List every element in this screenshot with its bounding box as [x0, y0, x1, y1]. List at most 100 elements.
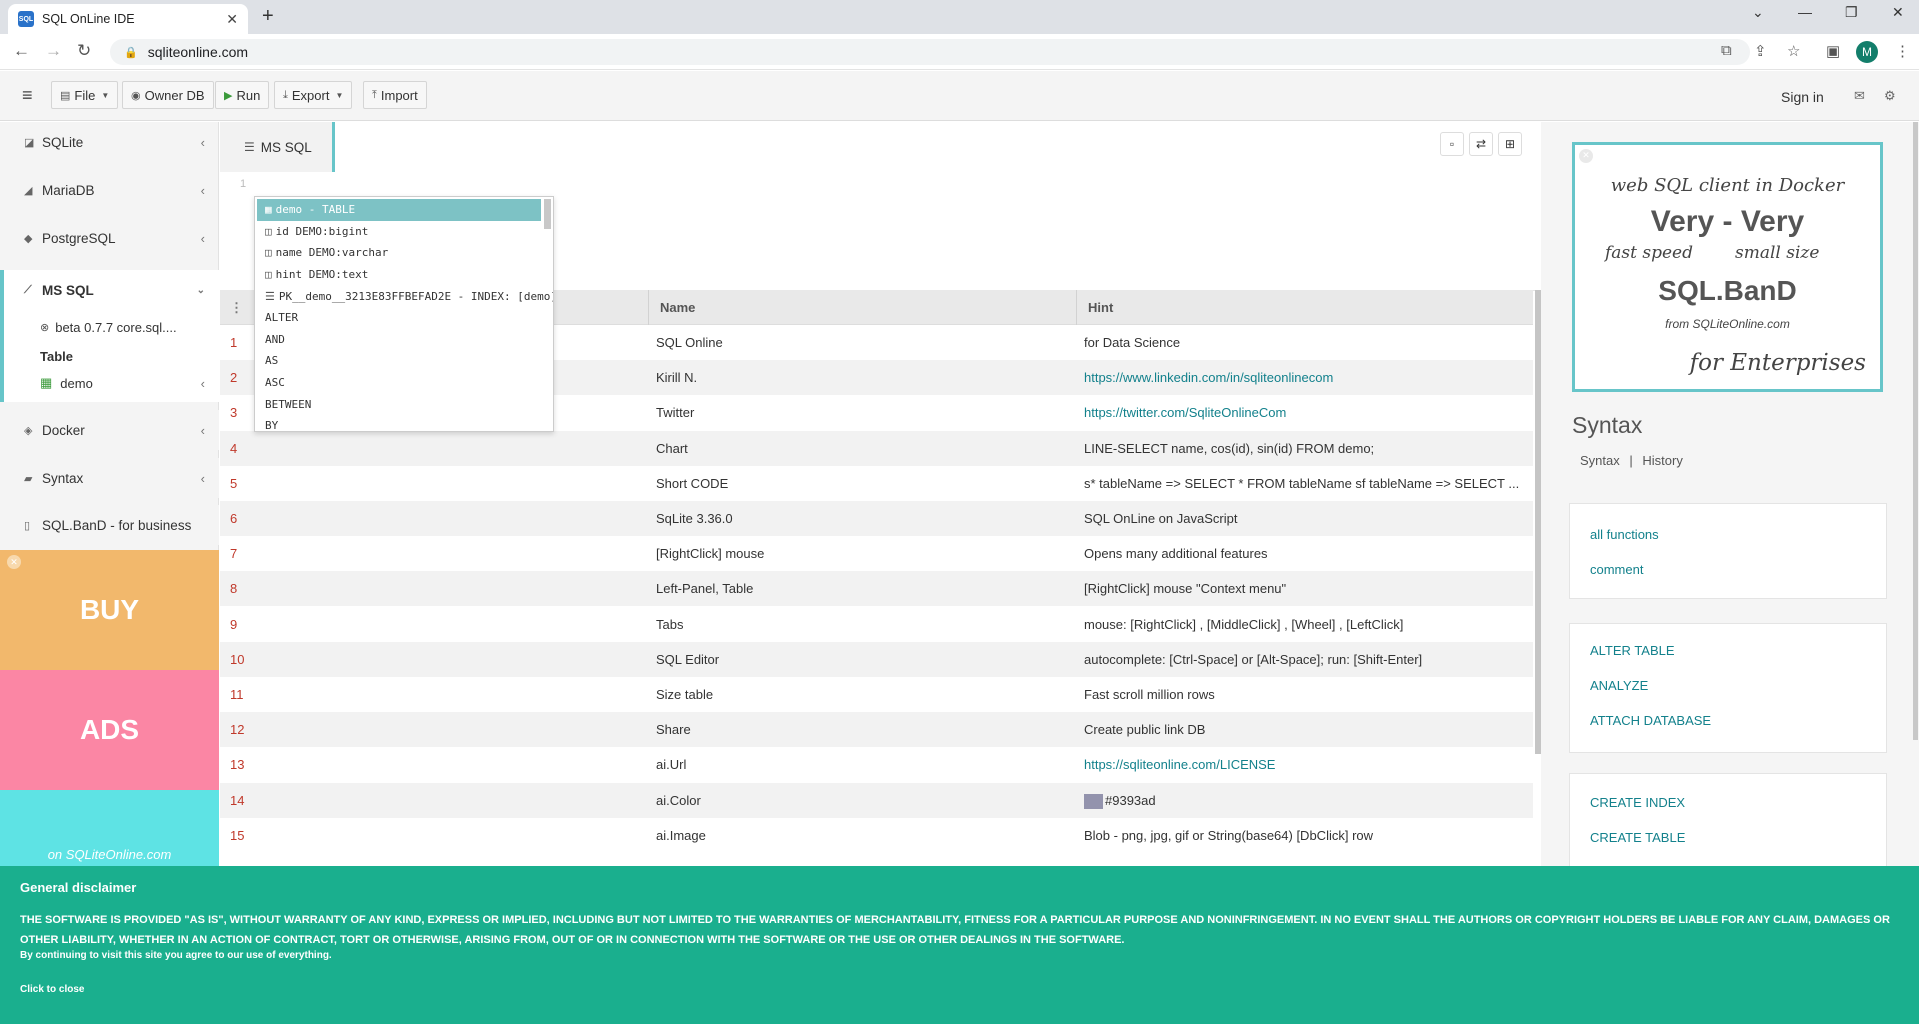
file-menu-button[interactable]: ▤ File ▼	[51, 81, 119, 109]
autocomplete-dropdown[interactable]: ▦ demo - TABLE ◫ id DEMO:bigint ◫ name DEMO…	[254, 196, 554, 432]
table-row[interactable]: 13 ai.Url https://sqliteonline.com/LICENSE	[220, 747, 1533, 783]
table-row[interactable]: 7 [RightClick] mouse Opens many additional…	[220, 536, 1533, 572]
tab-mssql[interactable]: ☰ MS SQL	[220, 122, 335, 172]
mail-icon[interactable]: ✉	[1854, 88, 1865, 104]
close-connection-icon[interactable]: ⊗	[40, 321, 49, 334]
cell-name[interactable]: [RightClick] mouse	[656, 546, 764, 561]
cell-name[interactable]: Left-Panel, Table	[656, 581, 753, 596]
save-icon[interactable]: ▫	[1440, 132, 1464, 156]
table-row[interactable]: 9 Tabs mouse: [RightClick] , [MiddleClick]…	[220, 606, 1533, 642]
table-item-demo[interactable]: ▦ demo ‹	[40, 375, 219, 391]
autocomplete-item[interactable]: ASC	[255, 372, 553, 394]
right-panel-scrollbar[interactable]	[1913, 122, 1918, 740]
grid-menu-icon[interactable]: ⋮	[230, 300, 243, 316]
cell-name[interactable]: ai.Image	[656, 828, 706, 843]
sidebar-item-mssql[interactable]: ⟋ MS SQL ⌄	[0, 270, 219, 310]
link-analyze[interactable]: ANALYZE	[1590, 678, 1648, 693]
table-row[interactable]: 6 SqLite 3.36.0 SQL OnLine on JavaScript	[220, 501, 1533, 536]
minimize-icon[interactable]: —	[1798, 4, 1812, 20]
tab-search-icon[interactable]: ⌄	[1752, 4, 1764, 21]
cell-name[interactable]: Share	[656, 722, 691, 737]
table-row[interactable]: 10 SQL Editor autocomplete: [Ctrl-Space] o…	[220, 641, 1533, 677]
promo-close-icon[interactable]: ✕	[7, 555, 21, 569]
cell-name[interactable]: Chart	[656, 441, 688, 456]
link-create-table[interactable]: CREATE TABLE	[1590, 830, 1685, 845]
column-header-hint[interactable]: Hint	[1088, 300, 1113, 315]
link-alter-table[interactable]: ALTER TABLE	[1590, 643, 1675, 658]
close-tab-icon[interactable]: ✕	[226, 11, 238, 28]
sidebar-item-mariadb[interactable]: ◢ MariaDB ‹	[0, 170, 219, 210]
import-button[interactable]: ⤒ Import	[363, 81, 427, 109]
hamburger-menu-icon[interactable]: ≡	[22, 85, 33, 106]
link-attach-database[interactable]: ATTACH DATABASE	[1590, 713, 1711, 728]
ad-close-icon[interactable]: ✕	[1579, 149, 1593, 163]
column-divider[interactable]	[648, 290, 649, 325]
table-row[interactable]: 4 Chart LINE-SELECT name, cos(id), sin(id)…	[220, 430, 1533, 466]
tab-history[interactable]: History	[1642, 453, 1682, 468]
column-header-name[interactable]: Name	[660, 300, 695, 315]
back-icon[interactable]: ←	[13, 41, 30, 61]
cell-name[interactable]: Twitter	[656, 405, 694, 420]
link-comment[interactable]: comment	[1590, 562, 1643, 577]
cell-name[interactable]: Short CODE	[656, 476, 728, 491]
export-menu-button[interactable]: ⤓ Export ▼	[274, 81, 353, 109]
tab-syntax[interactable]: Syntax	[1580, 453, 1620, 468]
disclaimer-banner[interactable]: General disclaimer THE SOFTWARE IS PROVI…	[0, 866, 1919, 1024]
table-row[interactable]: 15 ai.Image Blob - png, jpg, gif or String…	[220, 817, 1533, 853]
refresh-icon[interactable]: ⇄	[1469, 132, 1493, 156]
address-bar[interactable]: 🔒 sqliteonline.com	[110, 39, 1750, 65]
ads-promo[interactable]: ADS	[0, 670, 219, 790]
cell-name[interactable]: SQL Editor	[656, 652, 719, 667]
sign-in-link[interactable]: Sign in	[1781, 89, 1824, 105]
cell-name[interactable]: SQL Online	[656, 335, 723, 350]
autocomplete-item[interactable]: AS	[255, 350, 553, 372]
sidebar-item-sqlite[interactable]: ◪ SQLite ‹	[0, 122, 219, 162]
cell-hint-link[interactable]: https://sqliteonline.com/LICENSE	[1084, 757, 1524, 772]
add-tab-icon[interactable]: ⊞	[1498, 132, 1522, 156]
column-divider[interactable]	[1076, 290, 1077, 325]
autocomplete-item[interactable]: ◫ name DEMO:varchar	[255, 242, 553, 264]
cell-hint-link[interactable]: https://twitter.com/SqliteOnlineCom	[1084, 405, 1524, 420]
link-all-functions[interactable]: all functions	[1590, 527, 1659, 542]
cell-name[interactable]: Tabs	[656, 617, 683, 632]
sqlband-ad[interactable]: ✕ web SQL client in Docker Very - Very f…	[1572, 142, 1883, 392]
autocomplete-item[interactable]: BETWEEN	[255, 393, 553, 415]
table-row[interactable]: 14 ai.Color #9393ad	[220, 782, 1533, 818]
sidebar-item-postgresql[interactable]: ◆ PostgreSQL ‹	[0, 218, 219, 258]
buy-promo[interactable]: BUY	[0, 550, 219, 670]
table-row[interactable]: 12 Share Create public link DB	[220, 712, 1533, 748]
cell-hint-link[interactable]: https://www.linkedin.com/in/sqliteonline…	[1084, 370, 1524, 385]
link-create-index[interactable]: CREATE INDEX	[1590, 795, 1685, 810]
share-icon[interactable]: ⇪	[1754, 42, 1767, 60]
table-row[interactable]: 8 Left-Panel, Table [RightClick] mouse "Co…	[220, 571, 1533, 607]
cell-name[interactable]: Size table	[656, 687, 713, 702]
bookmark-star-icon[interactable]: ☆	[1787, 42, 1800, 60]
cell-name[interactable]: ai.Color	[656, 793, 701, 808]
close-disclaimer-link[interactable]: Click to close	[20, 984, 84, 995]
browser-menu-icon[interactable]: ⋮	[1895, 42, 1910, 60]
close-window-icon[interactable]: ✕	[1892, 4, 1904, 21]
autocomplete-item[interactable]: ALTER	[255, 307, 553, 329]
cell-name[interactable]: SqLite 3.36.0	[656, 511, 733, 526]
sidebar-item-syntax[interactable]: ▰ Syntax ‹	[0, 458, 219, 498]
translate-icon[interactable]: ⧉	[1721, 42, 1732, 59]
sidebar-item-docker[interactable]: ◈ Docker ‹	[0, 410, 219, 450]
owner-db-button[interactable]: ◉ Owner DB	[122, 81, 214, 109]
new-tab-icon[interactable]: +	[262, 5, 274, 28]
autocomplete-item[interactable]: ◫ id DEMO:bigint	[255, 221, 553, 243]
cell-name[interactable]: ai.Url	[656, 757, 686, 772]
table-row[interactable]: 11 Size table Fast scroll million rows	[220, 677, 1533, 712]
autocomplete-item[interactable]: ▦ demo - TABLE	[257, 199, 541, 221]
cell-name[interactable]: Kirill N.	[656, 370, 697, 385]
gear-icon[interactable]: ⚙	[1884, 88, 1896, 104]
autocomplete-item[interactable]: BY	[255, 415, 553, 431]
side-panel-icon[interactable]: ▣	[1826, 42, 1840, 60]
forward-icon[interactable]: →	[45, 41, 62, 61]
autocomplete-item[interactable]: AND	[255, 329, 553, 351]
autocomplete-item[interactable]: ◫ hint DEMO:text	[255, 264, 553, 286]
autocomplete-scrollbar[interactable]	[544, 199, 551, 229]
table-row[interactable]: 5 Short CODE s* tableName => SELECT * FROM…	[220, 465, 1533, 501]
reload-icon[interactable]: ↻	[77, 41, 91, 61]
profile-avatar[interactable]: M	[1856, 41, 1878, 63]
connection-item[interactable]: ⊗ beta 0.7.7 core.sql....	[40, 320, 177, 335]
